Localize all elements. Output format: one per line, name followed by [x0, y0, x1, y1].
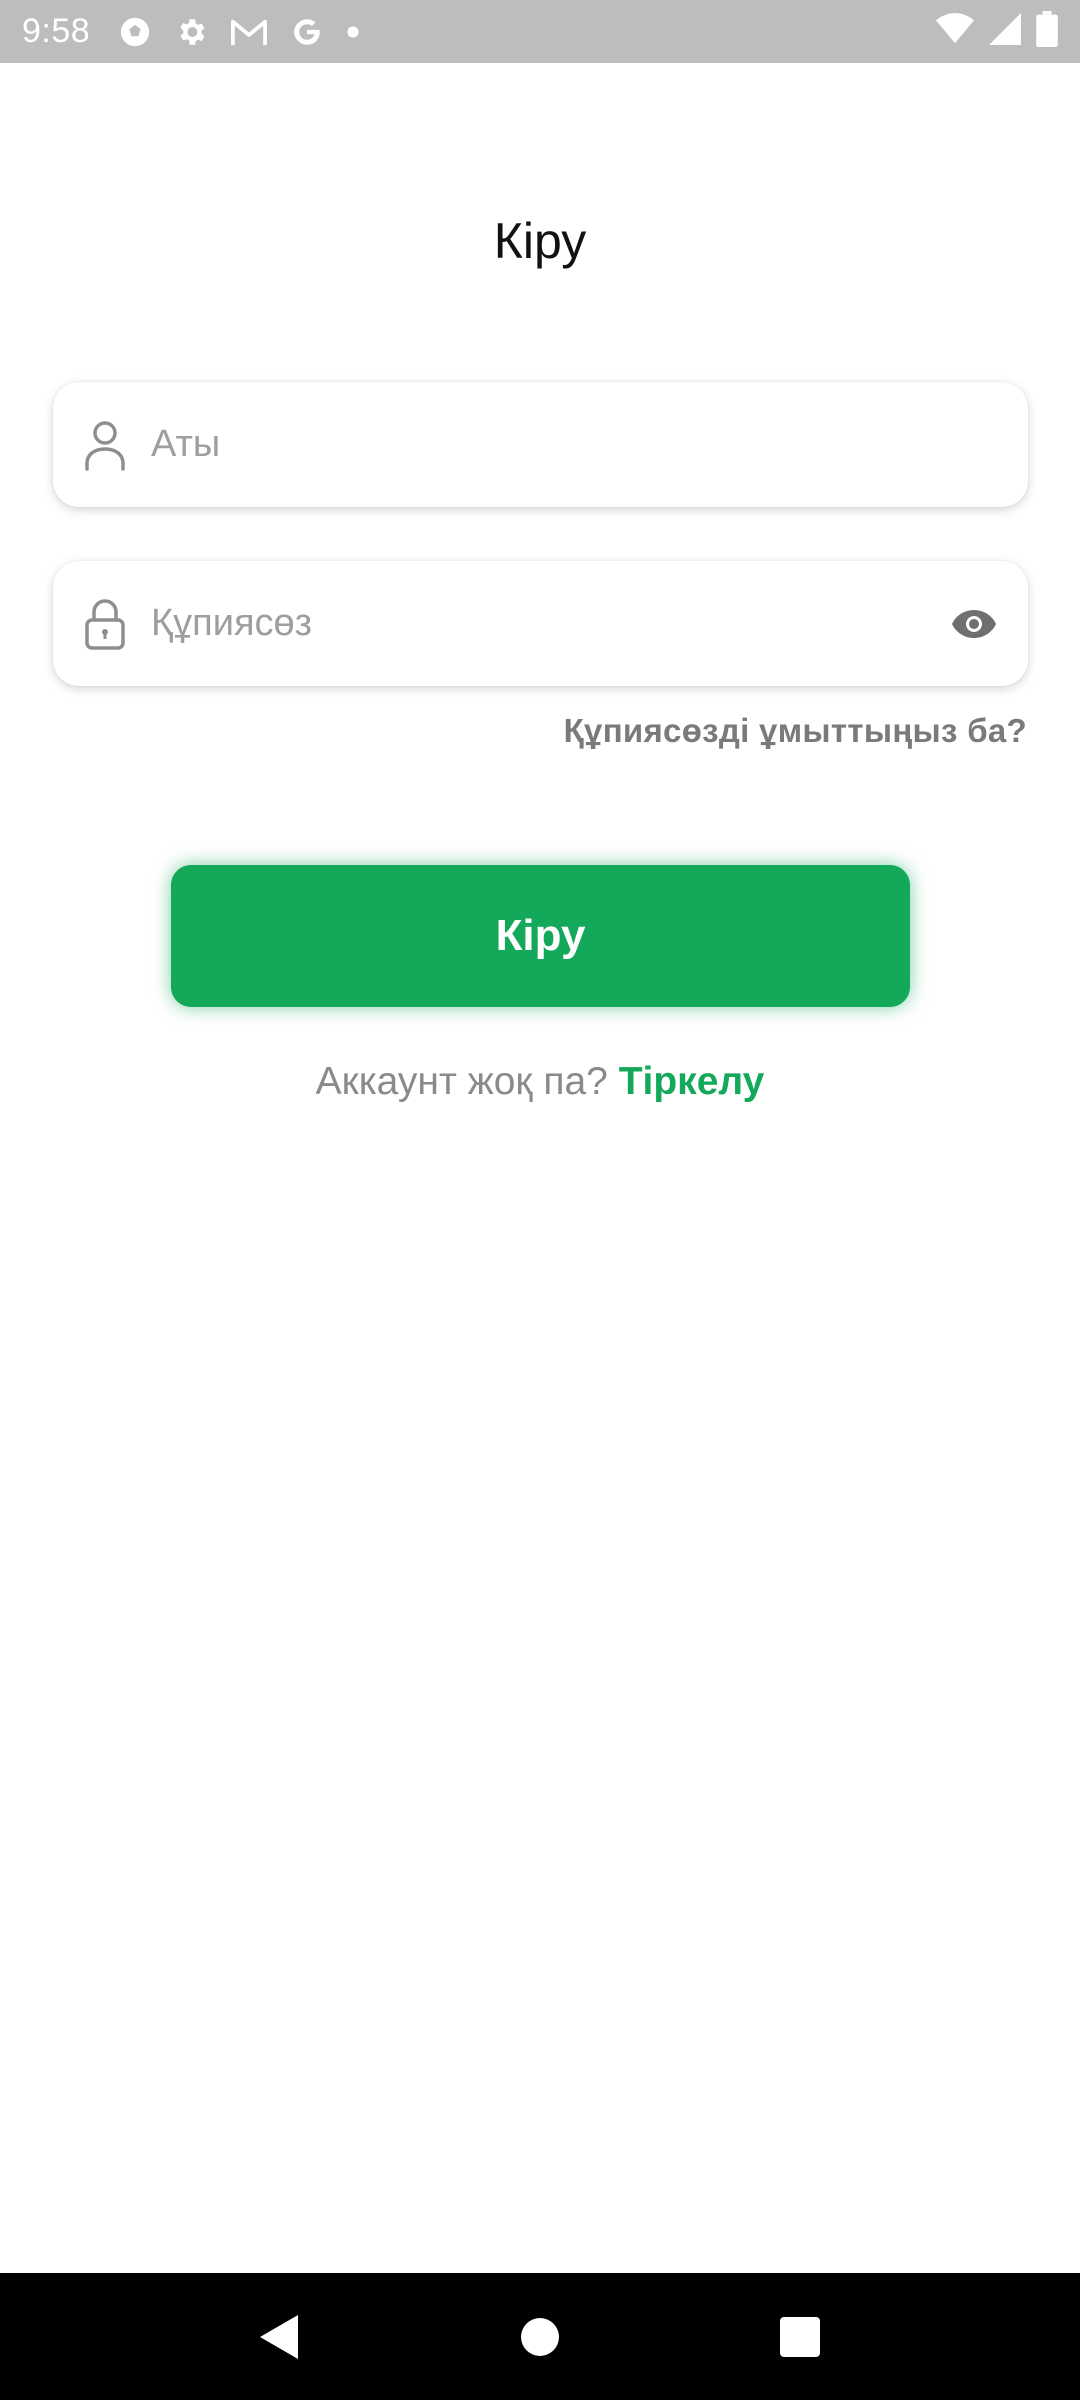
navigation-bar [0, 2273, 1080, 2400]
gear-icon [174, 15, 208, 49]
password-field[interactable] [53, 561, 1028, 686]
username-input[interactable] [151, 382, 1002, 507]
signal-icon [988, 13, 1022, 50]
wifi-icon [936, 13, 974, 50]
login-button[interactable]: Кіру [171, 865, 910, 1007]
forgot-password-link[interactable]: Құпиясөзді ұмыттыңыз ба? [564, 712, 1027, 750]
password-input[interactable] [151, 561, 946, 686]
person-icon [79, 419, 131, 471]
username-field[interactable] [53, 382, 1028, 507]
system-icons [936, 11, 1058, 52]
login-screen: 9:58 Кіру Аты Құпиясөзді ұмыттыңыз ба? К… [0, 0, 1080, 2400]
notification-icons [118, 15, 360, 49]
lock-icon [79, 598, 131, 650]
soccer-ball-icon [118, 15, 152, 49]
register-link[interactable]: Тіркелу [619, 1060, 765, 1103]
google-icon [290, 15, 324, 49]
dot-icon [346, 25, 360, 39]
gmail-icon [230, 15, 268, 49]
home-icon[interactable] [505, 2302, 575, 2372]
page-title: Кіру [493, 213, 587, 269]
status-time: 9:58 [22, 12, 91, 50]
register-prompt: Аккаунт жоқ па? Тіркелу [0, 1060, 1080, 1104]
battery-icon [1036, 11, 1058, 52]
status-bar: 9:58 [0, 0, 1080, 63]
back-icon[interactable] [245, 2302, 315, 2372]
recents-icon[interactable] [765, 2302, 835, 2372]
no-account-text: Аккаунт жоқ па? [315, 1060, 608, 1103]
eye-icon[interactable] [946, 596, 1002, 652]
